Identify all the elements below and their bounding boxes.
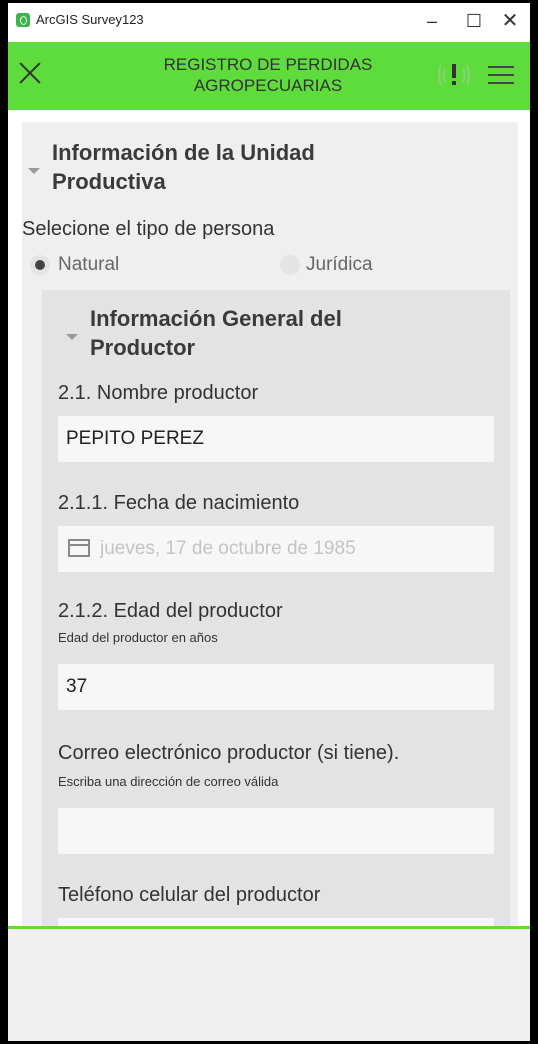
hamburger-menu-icon[interactable] xyxy=(488,66,514,86)
survey123-app-icon xyxy=(16,13,30,27)
survey-header-bar: REGISTRO DE PERDIDAS AGROPECUARIAS xyxy=(8,42,530,110)
survey-form: Información de la Unidad Productiva Sele… xyxy=(8,110,530,930)
window-close-button[interactable]: ✕ xyxy=(490,6,530,36)
group-unidad-productiva: Información de la Unidad Productiva Sele… xyxy=(22,122,518,930)
group-informacion-productor: Información General del Productor 2.1. N… xyxy=(42,290,510,930)
telefono-productor-label: Teléfono celular del productor xyxy=(58,884,321,906)
window-title: ArcGIS Survey123 xyxy=(36,12,144,27)
nombre-productor-label: 2.1. Nombre productor xyxy=(58,382,259,404)
radio-natural-label[interactable]: Natural xyxy=(58,254,119,276)
footer-bar xyxy=(8,929,530,1044)
radio-juridica[interactable] xyxy=(280,255,300,275)
correo-productor-input[interactable] xyxy=(58,808,494,854)
survey-title-line2: AGROPECUARIAS xyxy=(193,76,343,95)
tipo-persona-label: Selecione el tipo de persona xyxy=(22,218,275,240)
edad-productor-label: 2.1.2. Edad del productor xyxy=(58,600,283,622)
close-survey-icon[interactable] xyxy=(14,52,44,92)
correo-productor-label: Correo electrónico productor (si tiene). xyxy=(58,742,400,764)
edad-productor-input[interactable]: 37 xyxy=(58,664,494,710)
collapse-triangle-icon[interactable] xyxy=(28,168,40,174)
edad-productor-hint: Edad del productor en años xyxy=(58,630,218,645)
radio-selected-dot xyxy=(35,260,45,270)
nombre-productor-input[interactable]: PEPITO PEREZ xyxy=(58,416,494,462)
nombre-productor-value: PEPITO PEREZ xyxy=(66,428,204,449)
window-titlebar: ArcGIS Survey123 – ☐ ✕ xyxy=(8,0,530,42)
calendar-icon xyxy=(68,539,90,557)
radio-natural[interactable] xyxy=(30,255,50,275)
fecha-nacimiento-label: 2.1.1. Fecha de nacimiento xyxy=(58,492,300,514)
group-title-unidad-line2: Productiva xyxy=(52,169,166,194)
group-title-unidad[interactable]: Información de la Unidad Productiva xyxy=(52,138,315,196)
survey-title: REGISTRO DE PERDIDAS AGROPECUARIAS xyxy=(118,54,418,96)
correo-productor-hint: Escriba una dirección de correo válida xyxy=(58,774,279,789)
fecha-nacimiento-input[interactable]: jueves, 17 de octubre de 1985 xyxy=(58,526,494,572)
alert-hand-icon[interactable] xyxy=(436,58,472,92)
group-title-productor[interactable]: Información General del Productor xyxy=(90,304,342,362)
collapse-triangle-icon[interactable] xyxy=(66,334,78,340)
maximize-button[interactable]: ☐ xyxy=(454,6,494,36)
group-title-unidad-line1: Información de la Unidad xyxy=(52,140,315,165)
minimize-button[interactable]: – xyxy=(412,6,452,36)
group-title-productor-line1: Información General del xyxy=(90,306,342,331)
survey-title-line1: REGISTRO DE PERDIDAS xyxy=(163,55,373,74)
edad-productor-value: 37 xyxy=(66,676,88,697)
app-window: ArcGIS Survey123 – ☐ ✕ REGISTRO DE PERDI… xyxy=(8,0,530,1044)
radio-juridica-label[interactable]: Jurídica xyxy=(306,254,373,276)
group-title-productor-line2: Productor xyxy=(90,335,196,360)
fecha-nacimiento-placeholder: jueves, 17 de octubre de 1985 xyxy=(100,538,356,559)
